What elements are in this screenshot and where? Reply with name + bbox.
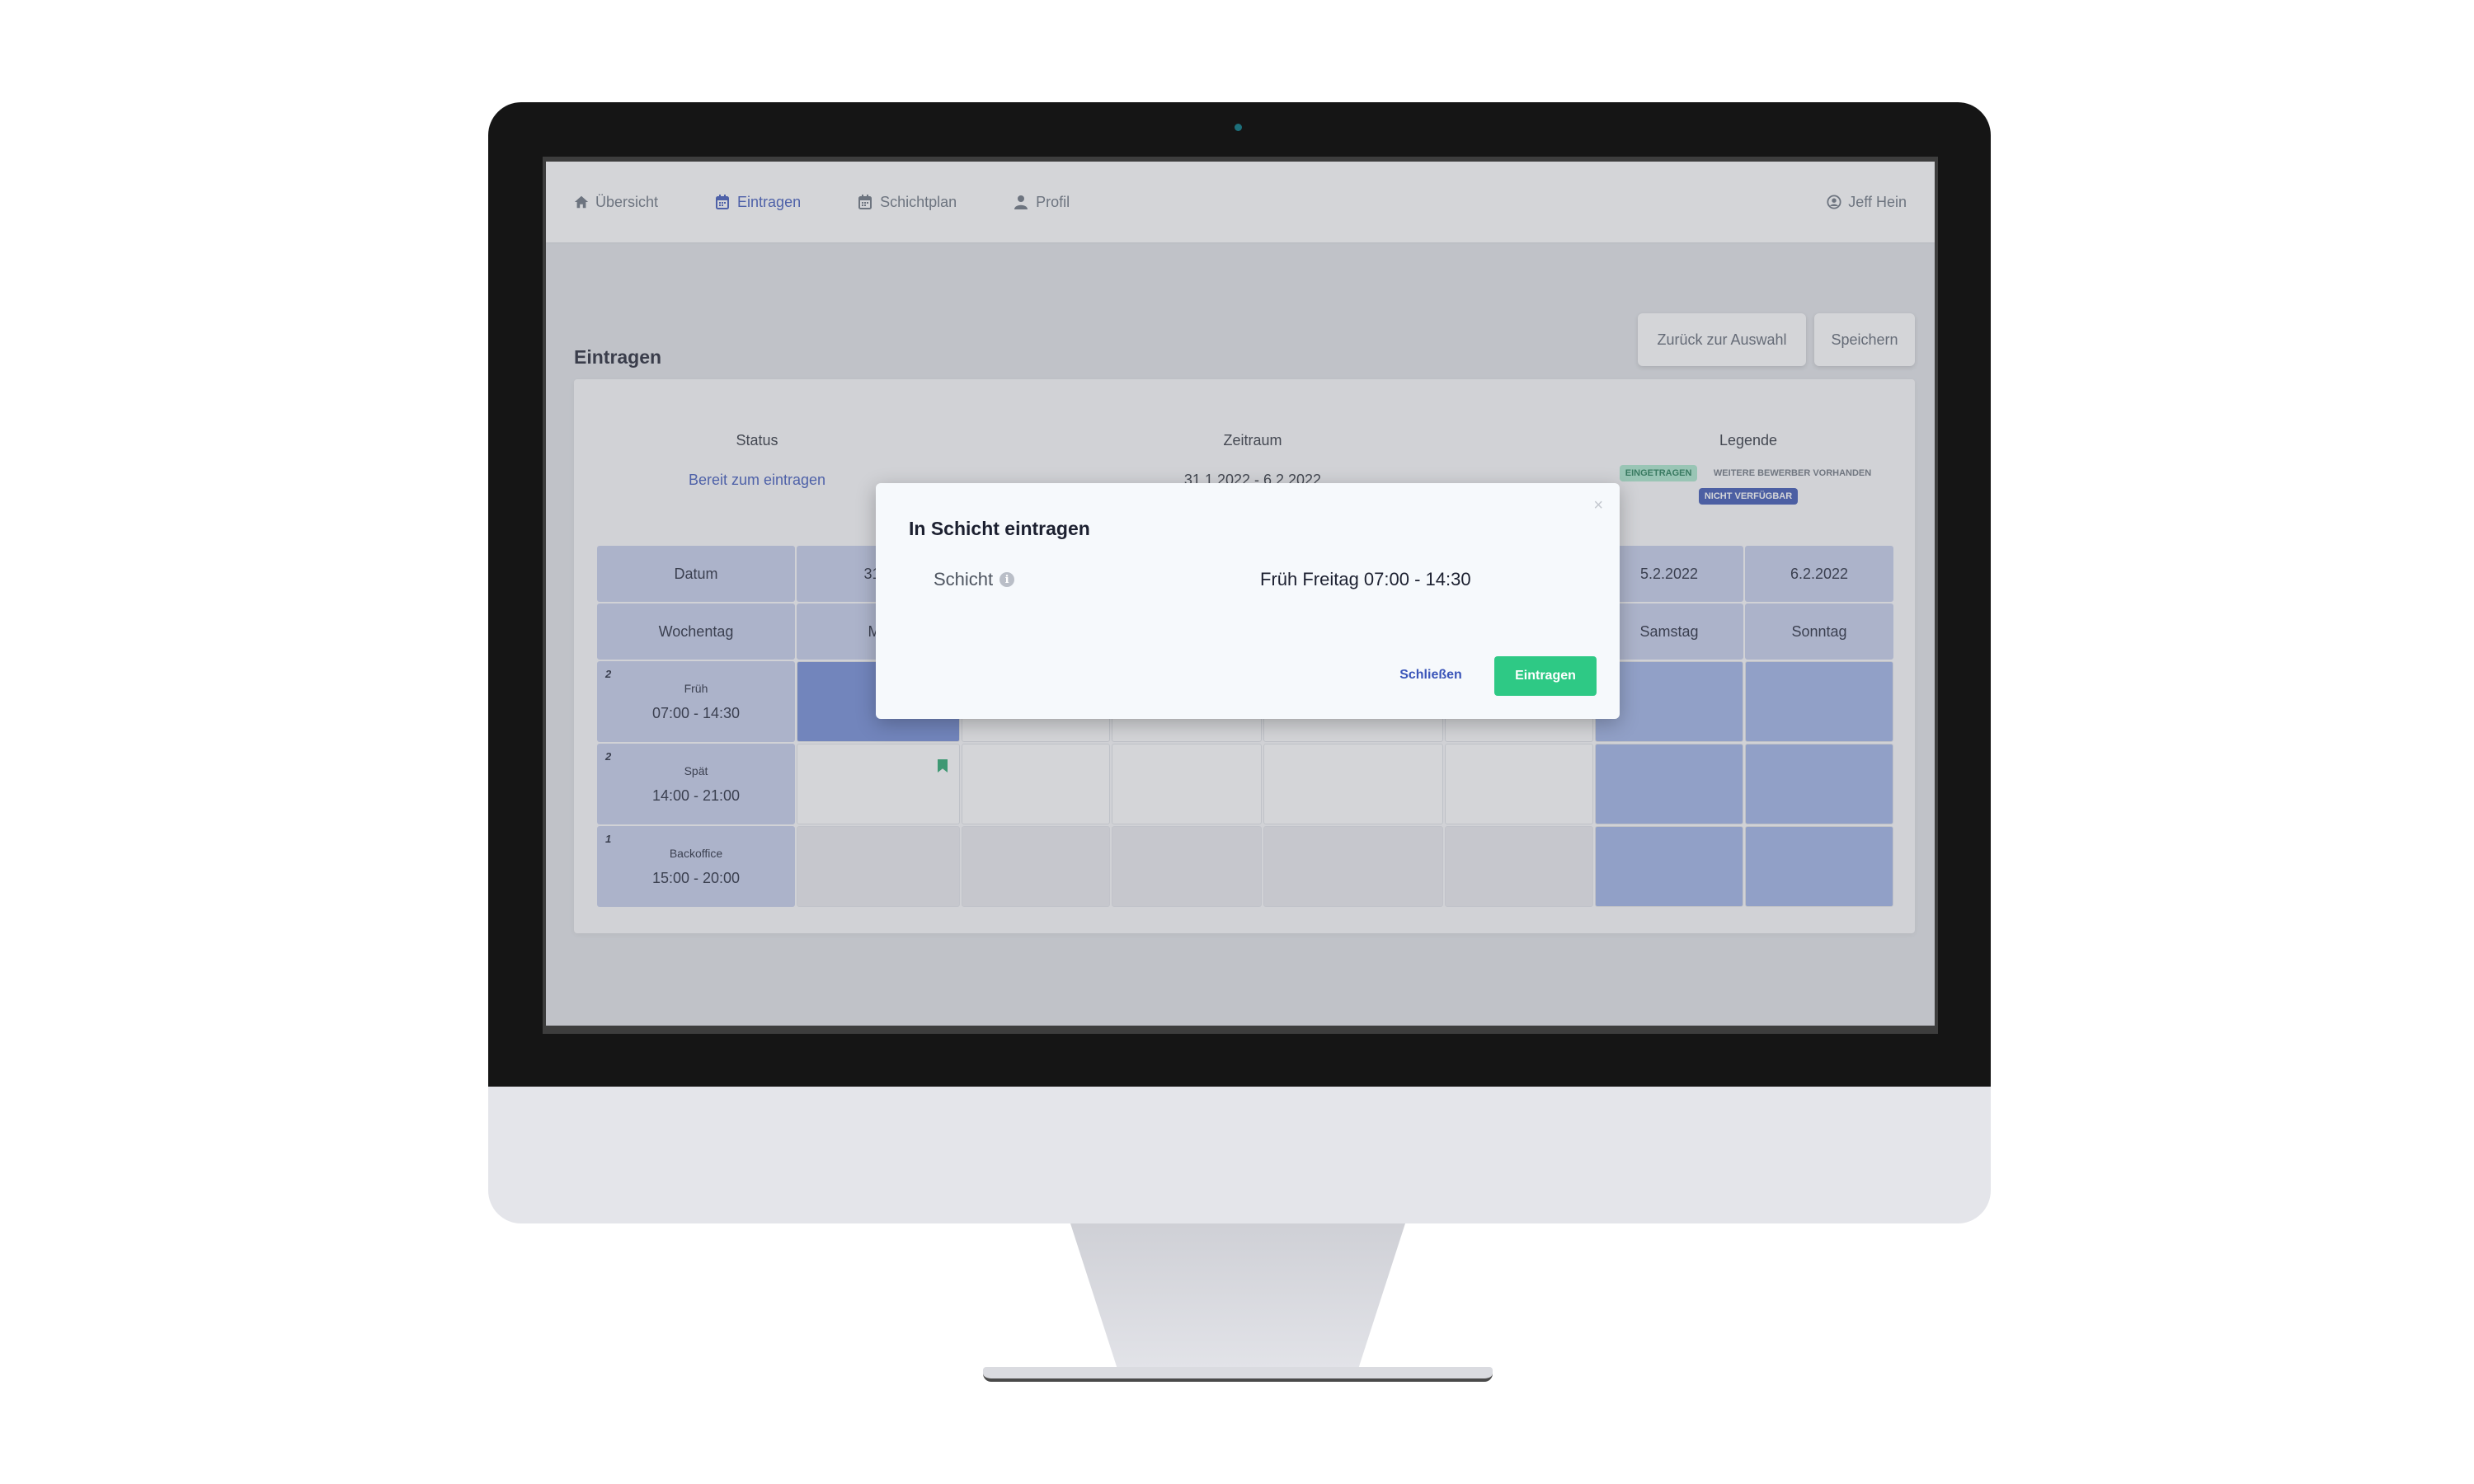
monitor-stand-base	[983, 1367, 1493, 1382]
shift-field-label: Schicht i	[934, 569, 1015, 590]
close-icon[interactable]: ×	[1593, 496, 1603, 515]
camera-dot	[1235, 124, 1242, 131]
shift-field-value: Früh Freitag 07:00 - 14:30	[1260, 569, 1471, 589]
monitor-stand	[1070, 1223, 1405, 1369]
screen: Übersicht Eintragen Schichtplan Profil J…	[543, 157, 1938, 1034]
enroll-shift-modal: In Schicht eintragen × Schicht i Früh Fr…	[876, 483, 1620, 719]
modal-title: In Schicht eintragen	[909, 518, 1090, 539]
shift-field-label-text: Schicht	[934, 569, 994, 589]
close-button[interactable]: Schließen	[1387, 656, 1475, 694]
info-icon[interactable]: i	[999, 572, 1015, 587]
monitor-chin	[488, 1087, 1991, 1223]
app: Übersicht Eintragen Schichtplan Profil J…	[546, 162, 1935, 1026]
submit-button[interactable]: Eintragen	[1494, 656, 1597, 696]
